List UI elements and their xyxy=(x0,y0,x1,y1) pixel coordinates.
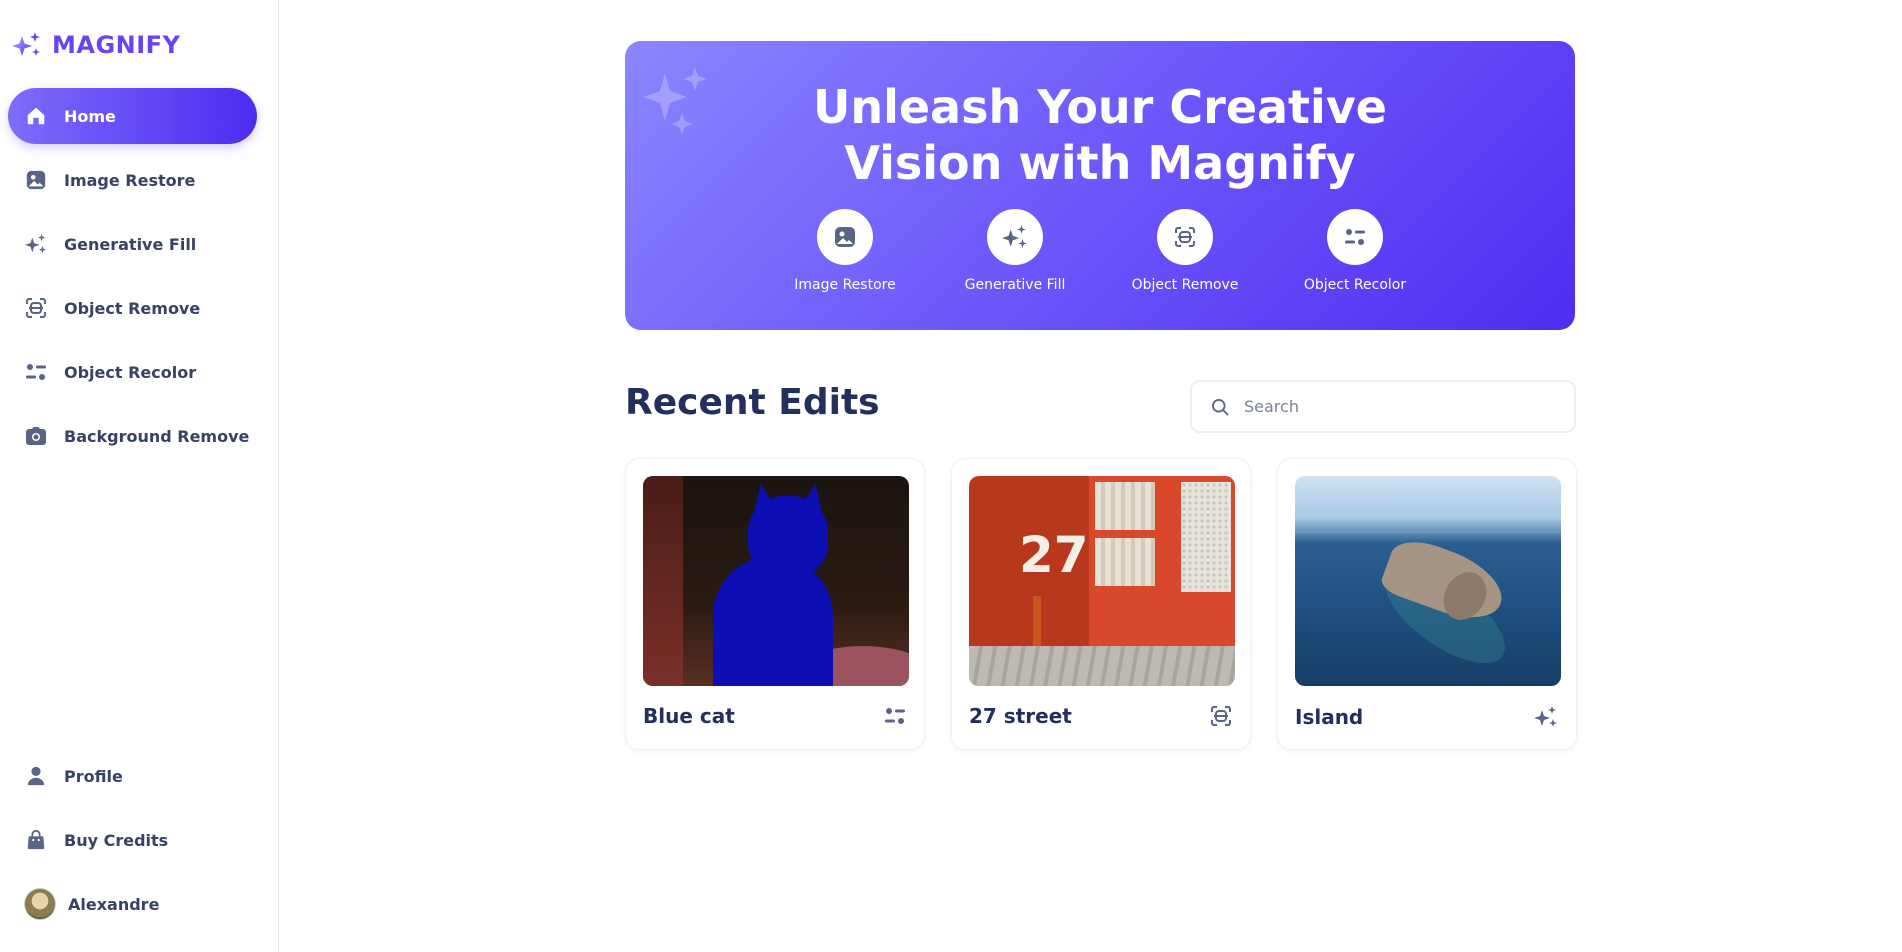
scan-icon xyxy=(1211,706,1231,726)
street-number-text: 27 xyxy=(1019,526,1089,584)
card-title: 27 street xyxy=(969,704,1072,728)
camera-icon xyxy=(24,424,48,448)
recolor-icon xyxy=(885,708,905,724)
sidebar: MAGNIFY Home Image Restore Generative Fi… xyxy=(0,0,279,952)
sparkles-icon xyxy=(24,232,48,256)
hero-title: Unleash Your Creative Vision with Magnif… xyxy=(625,79,1575,191)
edit-card-blue-cat[interactable]: Blue cat xyxy=(625,458,925,750)
scan-icon xyxy=(1175,227,1195,247)
sidebar-nav: Home Image Restore Generative Fill Objec… xyxy=(8,88,257,472)
hero-tool-image-restore[interactable]: Image Restore xyxy=(775,209,915,293)
hero-banner: Unleash Your Creative Vision with Magnif… xyxy=(625,41,1575,330)
recolor-icon xyxy=(1345,229,1365,245)
sidebar-item-home[interactable]: Home xyxy=(8,88,257,144)
hero-tool-circle xyxy=(987,209,1043,265)
hero-tool-label: Object Remove xyxy=(1131,277,1239,293)
hero-tool-object-recolor[interactable]: Object Recolor xyxy=(1285,209,1425,293)
hero-tool-generative-fill[interactable]: Generative Fill xyxy=(945,209,1085,293)
card-footer: Island xyxy=(1295,704,1559,730)
sidebar-item-label: Background Remove xyxy=(64,426,250,446)
sparkles-icon xyxy=(1002,225,1027,248)
search-input[interactable] xyxy=(1244,397,1564,416)
card-title: Blue cat xyxy=(643,704,735,728)
sidebar-item-label: Generative Fill xyxy=(64,234,197,254)
hero-tool-object-remove[interactable]: Object Remove xyxy=(1115,209,1255,293)
sidebar-item-label: Profile xyxy=(64,766,123,786)
sidebar-item-object-recolor[interactable]: Object Recolor xyxy=(8,344,257,400)
sidebar-item-image-restore[interactable]: Image Restore xyxy=(8,152,257,208)
edit-card-27-street[interactable]: 27 27 street xyxy=(951,458,1251,750)
edit-thumbnail xyxy=(1295,476,1561,686)
sidebar-item-label: Object Recolor xyxy=(64,362,197,382)
sidebar-item-generative-fill[interactable]: Generative Fill xyxy=(8,216,257,272)
card-title: Island xyxy=(1295,705,1364,729)
card-footer: 27 street xyxy=(969,704,1233,728)
recent-edits-title: Recent Edits xyxy=(625,382,880,423)
avatar xyxy=(24,888,56,920)
hero-tool-circle xyxy=(1157,209,1213,265)
recent-edits-grid: Blue cat 27 27 street Island xyxy=(625,458,1577,750)
hero-tools: Image Restore Generative Fill Object Rem… xyxy=(775,209,1425,293)
sidebar-item-label: Object Remove xyxy=(64,298,201,318)
sidebar-item-label: Image Restore xyxy=(64,170,196,190)
hero-tool-label: Image Restore xyxy=(794,277,896,293)
search-icon xyxy=(1212,398,1229,415)
app-name: MAGNIFY xyxy=(52,31,181,59)
recolor-icon xyxy=(24,360,48,384)
edit-thumbnail: 27 xyxy=(969,476,1235,686)
hero-tool-label: Object Recolor xyxy=(1303,277,1407,293)
hero-title-line-2: Vision with Magnify xyxy=(844,136,1356,190)
sidebar-item-background-remove[interactable]: Background Remove xyxy=(8,408,257,464)
image-icon xyxy=(24,168,48,192)
bag-icon xyxy=(24,828,48,852)
sidebar-bottom: Profile Buy Credits Alexandre xyxy=(8,748,257,932)
scan-icon xyxy=(24,296,48,320)
card-footer: Blue cat xyxy=(643,704,907,728)
image-icon xyxy=(835,227,855,247)
hero-title-line-1: Unleash Your Creative xyxy=(812,80,1387,134)
edit-card-island[interactable]: Island xyxy=(1277,458,1577,750)
sidebar-item-label: Home xyxy=(64,106,116,126)
sidebar-item-buy-credits[interactable]: Buy Credits xyxy=(8,812,257,868)
hero-tool-circle xyxy=(817,209,873,265)
search-box[interactable] xyxy=(1190,380,1576,433)
sparkles-logo-icon xyxy=(12,32,40,56)
edit-thumbnail xyxy=(643,476,909,686)
sidebar-item-label: Buy Credits xyxy=(64,830,169,850)
hero-tool-label: Generative Fill xyxy=(964,277,1066,293)
sparkles-icon xyxy=(1534,706,1557,727)
user-account[interactable]: Alexandre xyxy=(8,876,257,932)
home-icon xyxy=(24,104,48,128)
sidebar-item-profile[interactable]: Profile xyxy=(8,748,257,804)
profile-icon xyxy=(24,764,48,788)
sidebar-item-object-remove[interactable]: Object Remove xyxy=(8,280,257,336)
user-name: Alexandre xyxy=(68,894,160,914)
app-logo[interactable]: MAGNIFY xyxy=(10,30,180,60)
hero-tool-circle xyxy=(1327,209,1383,265)
